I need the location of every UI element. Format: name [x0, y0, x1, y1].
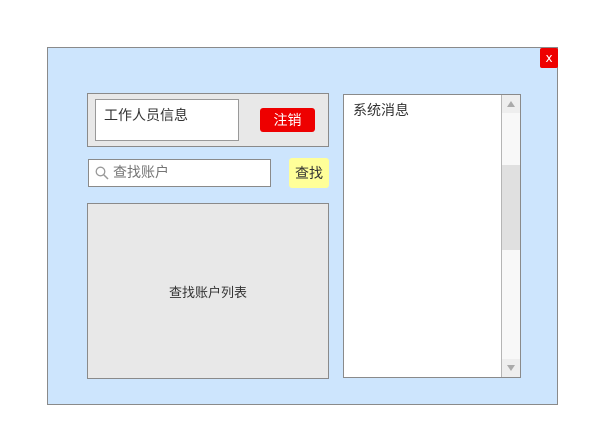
account-list-label: 查找账户列表 — [168, 285, 247, 301]
account-list-panel: 查找账户列表 — [87, 203, 329, 379]
close-button[interactable]: x — [540, 48, 558, 68]
search-input[interactable] — [113, 160, 263, 186]
messages-scrollbar[interactable] — [501, 95, 520, 377]
search-icon — [95, 166, 109, 180]
triangle-down-icon — [507, 365, 515, 371]
search-button[interactable]: 查找 — [289, 158, 329, 188]
scroll-down-button[interactable] — [502, 359, 520, 377]
scroll-up-button[interactable] — [502, 95, 520, 113]
triangle-up-icon — [507, 101, 515, 107]
search-box[interactable] — [88, 159, 271, 187]
staff-info-field: 工作人员信息 — [95, 99, 239, 141]
logout-button[interactable]: 注销 — [260, 108, 315, 132]
scroll-thumb[interactable] — [502, 165, 520, 250]
messages-title: 系统消息 — [353, 103, 409, 119]
system-messages-panel: 系统消息 — [343, 94, 521, 378]
